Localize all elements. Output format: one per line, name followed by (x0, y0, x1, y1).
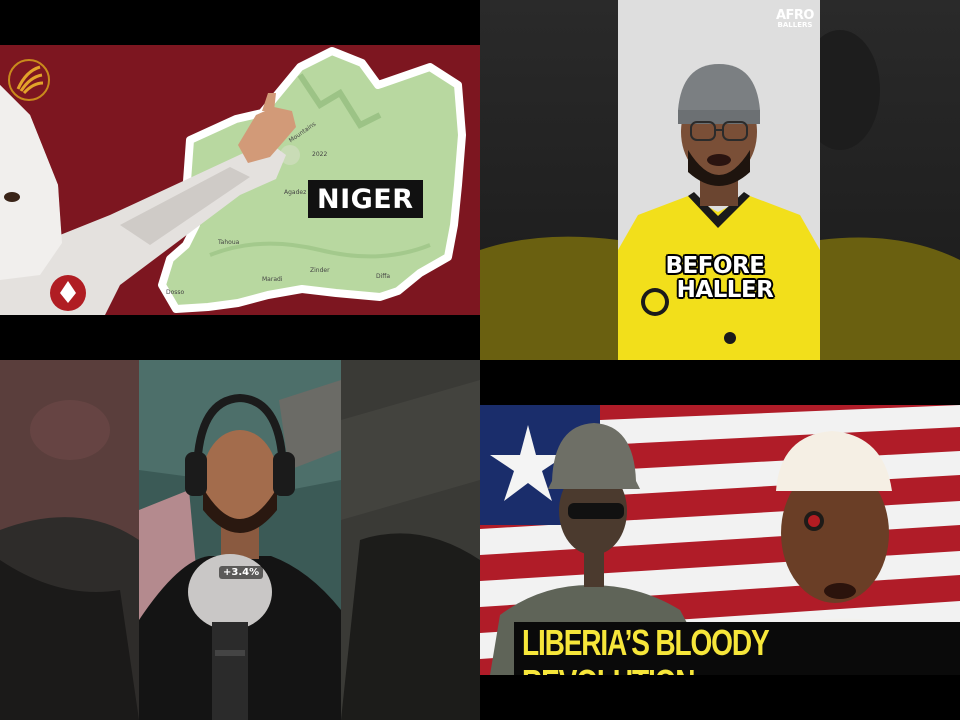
streamer-portrait (139, 360, 341, 720)
afro-ballers-logo: AFRO BALLERS (776, 9, 815, 30)
map-town-label: Maradi (262, 276, 283, 283)
caption-line-2: HALLER (676, 277, 774, 303)
video-thumbnail-niger[interactable]: Agadez Tahoua Maradi Zinder Diffa Dosso … (0, 0, 480, 360)
map-date-label: 2022 (312, 151, 328, 158)
streamer-illustration (139, 360, 341, 720)
video-title-text: LIBERIA’S BLOODY REVOLUTION (522, 622, 769, 676)
liberia-thumbnail-frame: LIBERIA’S BLOODY REVOLUTION (480, 405, 960, 675)
video-thumbnail-streamer[interactable]: +3.4% (0, 360, 480, 720)
niger-title-label: NIGER (308, 180, 423, 218)
niger-thumbnail-frame: Agadez Tahoua Maradi Zinder Diffa Dosso … (0, 45, 480, 315)
video-thumbnail-before-haller[interactable]: BEFORE HALLER AFRO BALLERS (480, 0, 960, 360)
percent-change-badge: +3.4% (219, 566, 264, 579)
brand-line-2: BALLERS (777, 21, 813, 29)
speaker-illustration (618, 0, 820, 360)
video-title-banner: LIBERIA’S BLOODY REVOLUTION (514, 622, 960, 675)
sunburst-logo-icon (8, 59, 50, 101)
map-town-label: Agadez (284, 189, 307, 196)
map-town-label: Tahoua (218, 239, 240, 246)
caption-line-1: BEFORE (665, 253, 765, 279)
map-town-label: Diffa (376, 273, 391, 280)
speaker-portrait: BEFORE HALLER (618, 0, 820, 360)
video-thumbnail-liberia[interactable]: LIBERIA’S BLOODY REVOLUTION (480, 360, 960, 720)
map-town-label: Zinder (310, 267, 330, 274)
map-town-label: Dosso (166, 289, 185, 296)
